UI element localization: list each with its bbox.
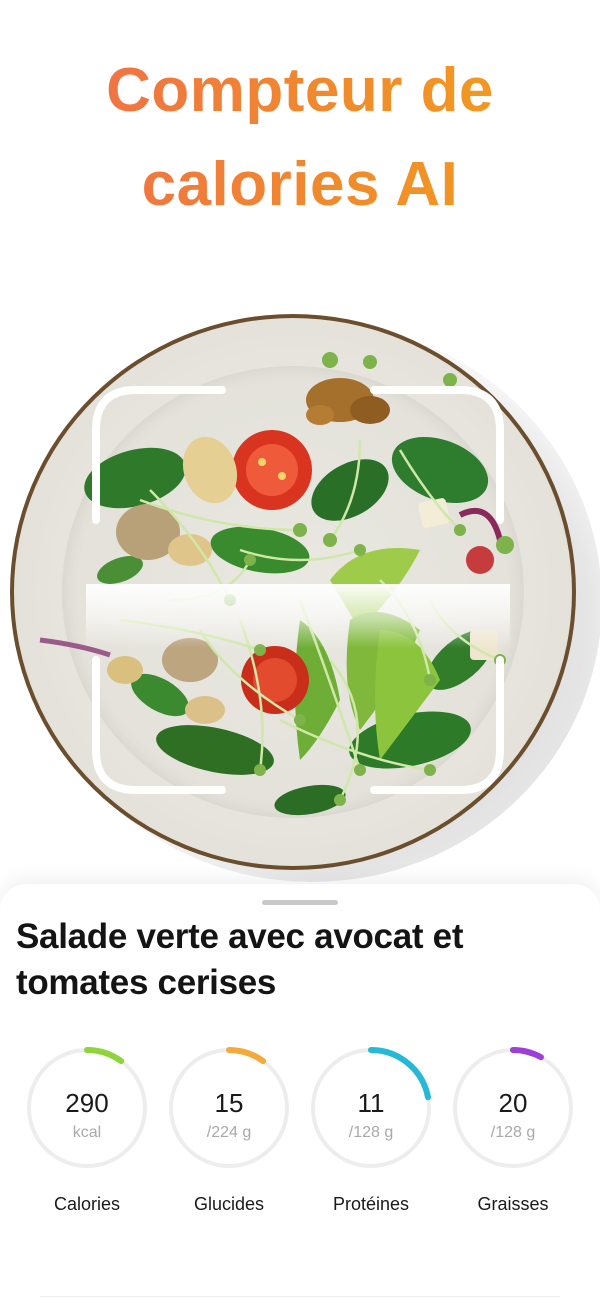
nutrient-ring-graisses[interactable]: 20 /128 g [451,1046,575,1170]
nutrient-unit: /128 g [348,1124,394,1141]
app-headline: Compteur de calories AI [0,44,600,232]
nutrient-unit: /128 g [490,1124,536,1141]
nutrient-value: 15 [214,1088,244,1118]
sheet-grabber[interactable] [262,900,338,905]
dish-name: Salade verte avec avocat et tomates ceri… [16,917,464,1002]
nutrient-unit: kcal [72,1124,102,1141]
headline-line-2: calories AI [141,150,459,219]
nutrient-label-glucides: Glucides [193,1194,265,1214]
scan-corner-bottom-right [370,656,504,794]
nutrient-value: 20 [498,1088,528,1118]
nutrient-value: 290 [65,1088,109,1118]
nutrient-ring-glucides[interactable]: 15 /224 g [167,1046,291,1170]
nutrient-ring-calories[interactable]: 290 kcal [25,1046,149,1170]
divider [40,1296,560,1297]
nutrient-unit: /224 g [206,1124,252,1141]
nutrient-ring-proteines[interactable]: 11 /128 g [309,1046,433,1170]
nutrient-value: 11 [357,1088,385,1118]
nutrient-label-proteines: Protéines [332,1194,410,1214]
scan-frame-corners [92,386,504,794]
scan-corner-bottom-left [92,656,226,794]
result-sheet[interactable]: Salade verte avec avocat et tomates ceri… [0,884,600,1299]
scan-corner-top-left [92,386,226,524]
headline-line-1: Compteur de [106,56,494,125]
scan-corner-top-right [370,386,504,524]
nutrient-label-graisses: Graisses [477,1194,549,1214]
nutrient-label-calories: Calories [53,1194,121,1214]
food-photo [0,300,600,900]
